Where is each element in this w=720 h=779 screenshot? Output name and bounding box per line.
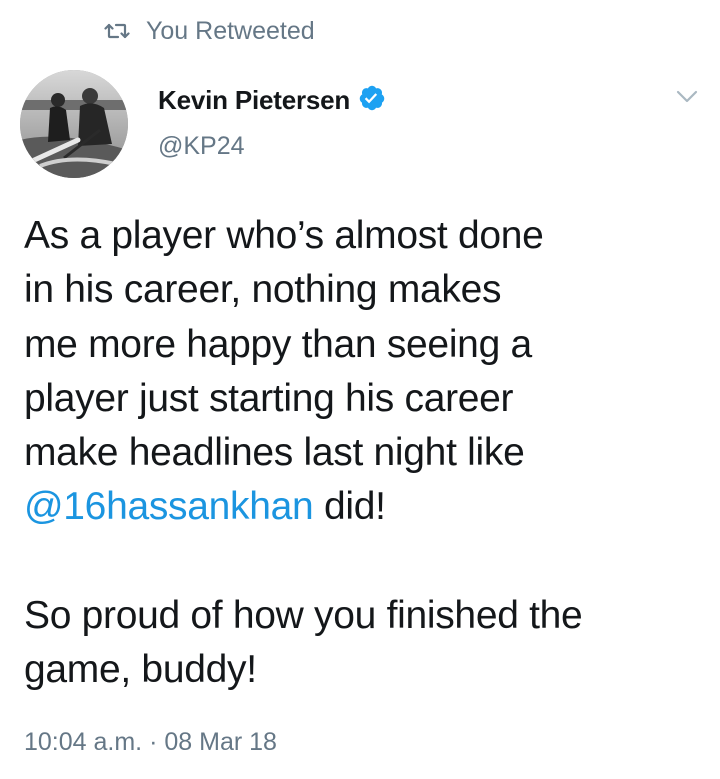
tweet-line: game, buddy! xyxy=(24,648,257,692)
tweet-line: in his career, nothing makes xyxy=(24,268,502,312)
tweet-menu-button[interactable] xyxy=(672,84,702,114)
chevron-down-icon xyxy=(676,90,698,109)
timestamp-separator: · xyxy=(142,728,165,756)
tweet-date: 08 Mar 18 xyxy=(164,728,277,756)
tweet-line: make headlines last night like xyxy=(24,431,525,475)
verified-badge-icon xyxy=(358,84,386,117)
tweet-line: So proud of how you finished the xyxy=(24,594,583,638)
tweet-text: As a player who’s almost done in his car… xyxy=(24,209,694,698)
author-handle[interactable]: @KP24 xyxy=(158,132,245,161)
tweet-time: 10:04 a.m. xyxy=(24,728,143,756)
tweet-line-mention: @16hassankhan did! xyxy=(24,480,694,534)
mention-link[interactable]: @16hassankhan xyxy=(24,485,314,528)
tweet-line: me more happy than seeing a xyxy=(24,322,532,366)
tweet-paragraph-1: As a player who’s almost done in his car… xyxy=(24,209,694,535)
tweet-line: player just starting his career xyxy=(24,376,514,420)
retweet-banner: You Retweeted xyxy=(104,14,315,48)
tweet-line: As a player who’s almost done xyxy=(24,214,544,257)
tweet-timestamp[interactable]: 10:04 a.m. · 08 Mar 18 xyxy=(24,728,277,757)
retweet-icon xyxy=(104,21,130,41)
author-name[interactable]: Kevin Pietersen xyxy=(158,85,350,116)
tweet-paragraph-2: So proud of how you finished the game, b… xyxy=(24,589,694,698)
author-name-row[interactable]: Kevin Pietersen xyxy=(158,84,386,117)
retweet-label: You Retweeted xyxy=(146,16,315,45)
mention-suffix: did! xyxy=(313,485,386,529)
avatar[interactable] xyxy=(20,70,128,178)
